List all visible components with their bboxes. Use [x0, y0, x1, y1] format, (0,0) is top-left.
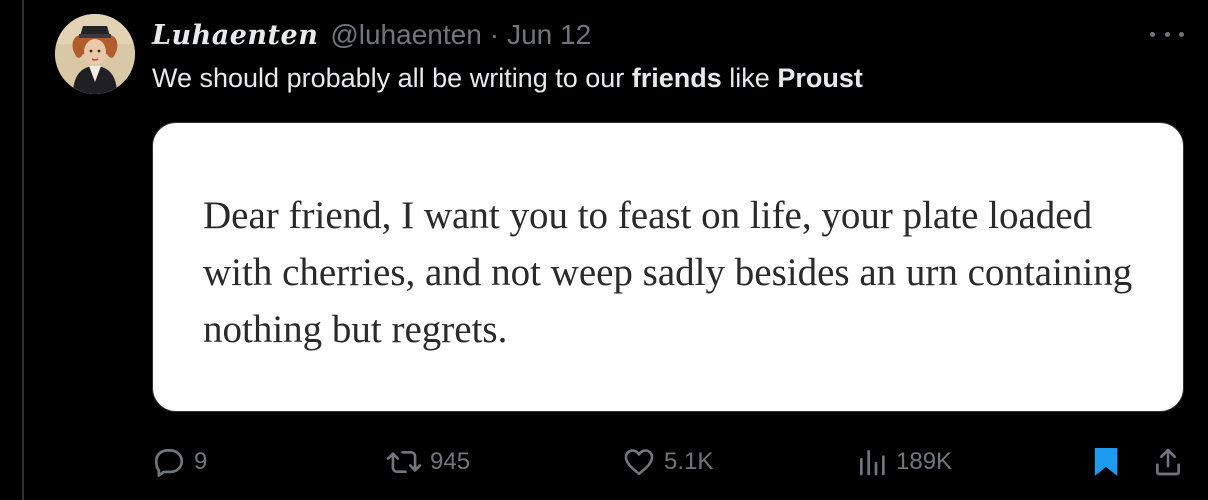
user-handle[interactable]: @luhaenten — [330, 19, 481, 51]
avatar-portrait-image — [55, 14, 135, 94]
media-quote-text: Dear friend, I want you to feast on life… — [203, 194, 1133, 351]
repost-arrows-icon — [386, 450, 422, 474]
share-button[interactable] — [1152, 440, 1184, 484]
tweet-text-bold-friends: friends — [631, 63, 722, 93]
more-dot — [1179, 31, 1184, 37]
reply-count: 9 — [194, 448, 208, 475]
bookmark-icon — [1094, 448, 1118, 476]
views-bar-chart-icon — [860, 450, 885, 476]
like-count: 5.1K — [664, 448, 714, 475]
tweet-date[interactable]: Jun 12 — [507, 19, 591, 51]
share-upload-icon — [1156, 448, 1180, 476]
tweet-text-part: like — [721, 63, 778, 93]
avatar[interactable] — [55, 14, 135, 94]
views-count: 189K — [896, 448, 953, 475]
display-name[interactable]: Luhaenten — [152, 20, 318, 51]
bookmark-button[interactable] — [1092, 440, 1120, 484]
repost-button[interactable]: 945 — [386, 440, 470, 484]
media-image-card[interactable]: Dear friend, I want you to feast on life… — [152, 122, 1184, 412]
tweet-header: Luhaenten @luhaenten · Jun 12 — [152, 14, 591, 56]
views-button[interactable]: 189K — [856, 440, 952, 484]
more-dot — [1164, 31, 1170, 37]
like-button[interactable]: 5.1K — [622, 440, 713, 484]
reply-bubble-icon — [154, 449, 184, 477]
thread-divider-line — [22, 0, 24, 500]
reply-button[interactable]: 9 — [152, 440, 207, 484]
more-options-button[interactable] — [1150, 22, 1184, 46]
tweet-text-bold-proust: Proust — [777, 63, 863, 93]
more-horizontal-icon — [1150, 31, 1155, 37]
repost-count: 945 — [430, 448, 471, 475]
tweet-text-part: We should probably all be writing to our — [152, 63, 632, 93]
tweet-text: We should probably all be writing to our… — [152, 58, 863, 98]
heart-icon — [624, 449, 654, 476]
header-separator: · — [489, 19, 500, 50]
tweet-action-bar: 9 945 5.1K 189K — [0, 440, 1208, 484]
